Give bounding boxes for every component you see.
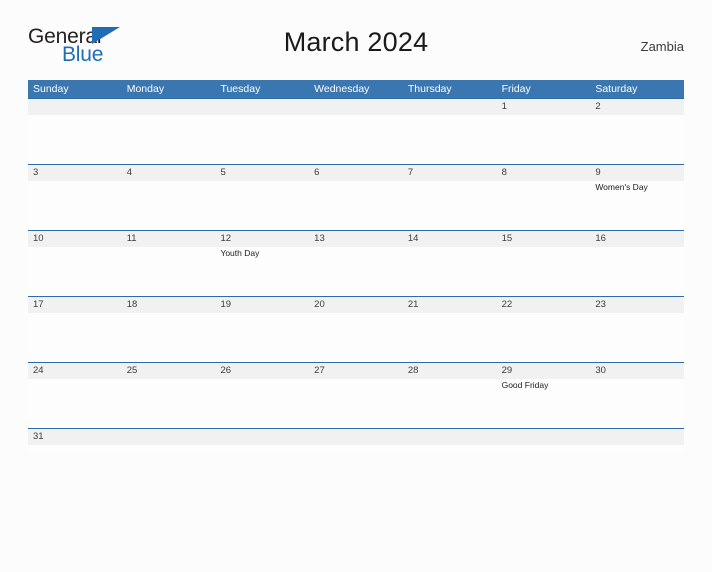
day-event-label: Women's Day (595, 182, 648, 192)
weekday-header-thursday: Thursday (407, 83, 452, 95)
calendar-day-cell[interactable]: 10 (28, 231, 122, 296)
day-number: 10 (33, 233, 44, 244)
calendar-day-cell[interactable]: 7 (403, 165, 497, 230)
page-title: March 2024 (283, 27, 429, 57)
day-number: 14 (407, 233, 419, 244)
calendar-week-row: 24 25 26 27 28 29 Good Friday 30 (28, 362, 684, 428)
calendar-grid: Sunday Monday Tuesday Wednesday Thursday… (28, 80, 684, 452)
weekday-header-saturday: Saturday (595, 83, 638, 95)
calendar-day-cell-empty (122, 429, 216, 452)
day-number: 2 (595, 101, 601, 112)
day-number: 17 (33, 299, 44, 310)
calendar-day-cell[interactable]: 1 (497, 99, 591, 164)
calendar-day-cell-empty (403, 429, 497, 452)
calendar-day-cell-empty (497, 429, 591, 452)
calendar-day-cell[interactable]: 27 (309, 363, 403, 428)
calendar-day-cell[interactable]: 21 (403, 297, 497, 362)
calendar-day-cell[interactable]: 15 (497, 231, 591, 296)
calendar-day-cell[interactable]: 29 Good Friday (497, 363, 591, 428)
calendar-week-row: 3 4 5 6 7 8 9 Women's Day (28, 164, 684, 230)
day-number: 13 (314, 233, 325, 244)
calendar-day-cell[interactable]: 18 (122, 297, 216, 362)
page-header: General Blue March 2024 Zambia (28, 22, 684, 74)
calendar-day-cell[interactable]: 25 (122, 363, 216, 428)
calendar-week-row: 17 18 19 20 21 22 23 (28, 296, 684, 362)
calendar-weeks: 1 2 3 4 5 6 7 8 9 Women's Day 10 11 12 Youth Day 13 14 1… (28, 98, 684, 452)
weekday-header-row: Sunday Monday Tuesday Wednesday Thursday… (28, 80, 684, 98)
weekday-header-sunday: Sunday (33, 83, 69, 95)
day-number: 15 (501, 233, 513, 244)
calendar-day-cell[interactable]: 12 Youth Day (215, 231, 309, 296)
day-number: 25 (126, 365, 138, 376)
weekday-header-tuesday: Tuesday (220, 83, 261, 95)
day-number: 3 (33, 167, 39, 178)
calendar-day-cell[interactable]: 6 (309, 165, 403, 230)
day-number: 12 (220, 233, 232, 244)
calendar-day-cell[interactable]: 19 (215, 297, 309, 362)
day-number: 19 (220, 299, 232, 310)
day-number: 27 (314, 365, 325, 376)
calendar-day-cell[interactable]: 11 (122, 231, 216, 296)
calendar-page: General Blue March 2024 Zambia Sunday Mo… (0, 22, 712, 572)
weekday-header-wednesday: Wednesday (314, 83, 370, 95)
calendar-day-cell[interactable]: 14 (403, 231, 497, 296)
day-number: 4 (126, 167, 133, 178)
calendar-day-cell[interactable]: 30 (590, 363, 684, 428)
calendar-day-cell[interactable]: 23 (590, 297, 684, 362)
day-event-label: Youth Day (220, 248, 260, 258)
calendar-day-cell-empty (215, 99, 309, 164)
day-number: 8 (501, 167, 507, 178)
day-number: 20 (314, 299, 325, 310)
calendar-day-cell[interactable]: 5 (215, 165, 309, 230)
calendar-day-cell[interactable]: 26 (215, 363, 309, 428)
calendar-week-row: 31 (28, 428, 684, 452)
calendar-day-cell-empty (309, 429, 403, 452)
calendar-day-cell-empty (122, 99, 216, 164)
calendar-day-cell[interactable]: 17 (28, 297, 122, 362)
day-number: 28 (407, 365, 419, 376)
day-number: 30 (595, 365, 606, 376)
calendar-day-cell-empty (28, 99, 122, 164)
calendar-day-cell[interactable]: 4 (122, 165, 216, 230)
calendar-day-cell[interactable]: 8 (497, 165, 591, 230)
day-number: 11 (126, 233, 137, 244)
calendar-day-cell-empty (215, 429, 309, 452)
calendar-day-cell[interactable]: 31 (28, 429, 122, 452)
calendar-day-cell[interactable]: 9 Women's Day (590, 165, 684, 230)
day-number: 18 (126, 299, 138, 310)
calendar-week-row: 10 11 12 Youth Day 13 14 15 16 (28, 230, 684, 296)
day-number: 9 (595, 167, 601, 178)
weekday-header-friday: Friday (501, 83, 531, 95)
calendar-day-cell[interactable]: 16 (590, 231, 684, 296)
calendar-day-cell[interactable]: 28 (403, 363, 497, 428)
calendar-day-cell-empty (309, 99, 403, 164)
calendar-day-cell[interactable]: 3 (28, 165, 122, 230)
day-event-label: Good Friday (501, 380, 549, 390)
country-label: Zambia (640, 39, 684, 54)
calendar-day-cell-empty (403, 99, 497, 164)
day-number: 31 (33, 431, 44, 442)
day-number: 6 (314, 167, 320, 178)
calendar-day-cell[interactable]: 13 (309, 231, 403, 296)
calendar-week-row: 12 (28, 98, 684, 164)
day-number: 23 (595, 299, 606, 310)
day-number: 22 (501, 299, 513, 310)
calendar-day-cell[interactable]: 20 (309, 297, 403, 362)
calendar-day-cell[interactable]: 24 (28, 363, 122, 428)
day-number: 16 (595, 233, 606, 244)
weekday-header-monday: Monday (126, 83, 165, 95)
day-number: 21 (407, 299, 419, 310)
calendar-day-cell-empty (590, 429, 684, 452)
calendar-day-cell[interactable]: 2 (590, 99, 684, 164)
day-number: 24 (33, 365, 44, 376)
day-number: 5 (220, 167, 226, 178)
day-number: 1 (501, 101, 507, 112)
day-number: 7 (407, 167, 414, 178)
day-number: 26 (220, 365, 232, 376)
calendar-day-cell[interactable]: 22 (497, 297, 591, 362)
day-number: 29 (501, 365, 513, 376)
